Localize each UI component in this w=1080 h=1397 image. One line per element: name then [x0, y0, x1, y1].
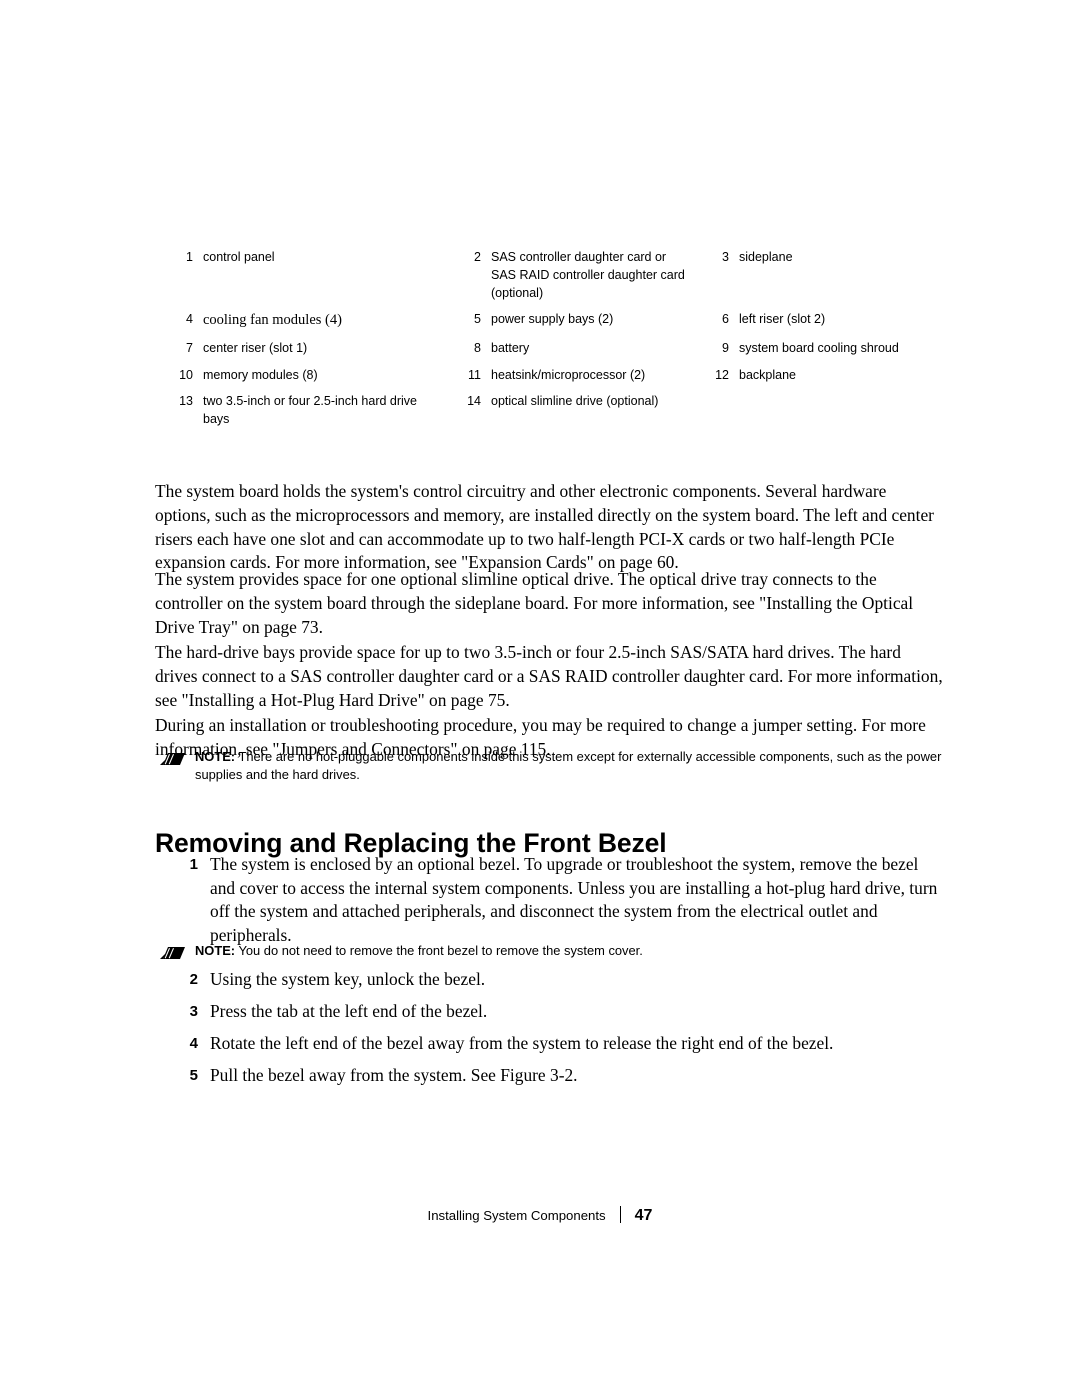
legend-number: 3 — [722, 250, 729, 264]
legend-row: 1 control panel 2 SAS controller daughte… — [155, 248, 945, 302]
legend-item: 11 heatsink/microprocessor (2) — [443, 366, 691, 384]
legend-label: cooling fan modules (4) — [203, 312, 342, 329]
legend-label: left riser (slot 2) — [739, 312, 826, 327]
legend-label: power supply bays (2) — [491, 312, 614, 327]
legend-label: memory modules (8) — [203, 367, 318, 382]
legend-label: optical slimline drive (optional) — [491, 393, 659, 408]
step-number: 1 — [189, 856, 198, 873]
legend-number: 2 — [474, 250, 481, 264]
step-item: 1 The system is enclosed by an optional … — [160, 853, 940, 947]
legend-number: 9 — [722, 341, 729, 356]
footer-page-number: 47 — [634, 1207, 653, 1224]
step-number: 4 — [189, 1035, 198, 1052]
legend-number: 13 — [179, 393, 193, 408]
legend-number: 11 — [468, 367, 481, 382]
page-footer: Installing System Components 47 — [0, 1203, 1080, 1225]
note-content: You do not need to remove the front beze… — [235, 943, 643, 958]
body-paragraph-hard-drive-bays: The hard-drive bays provide space for up… — [155, 642, 943, 710]
step-text: Press the tab at the left end of the bez… — [210, 1001, 488, 1021]
step-text: Using the system key, unlock the bezel. — [210, 969, 486, 989]
legend-label: sideplane — [739, 250, 793, 264]
body-paragraph-system-board: The system board holds the system's cont… — [155, 481, 934, 573]
legend-item: 10 memory modules (8) — [155, 366, 443, 384]
step-text: Rotate the left end of the bezel away fr… — [210, 1033, 834, 1053]
step-item: 3 Press the tab at the left end of the b… — [160, 1000, 940, 1024]
note-front-bezel: NOTE: You do not need to remove the fron… — [160, 942, 950, 961]
legend-row: 4 cooling fan modules (4) 5 power supply… — [155, 310, 945, 331]
legend-item: 8 battery — [443, 339, 691, 357]
step-number: 5 — [189, 1067, 198, 1084]
legend-row: 10 memory modules (8) 11 heatsink/microp… — [155, 366, 945, 384]
legend-item: 4 cooling fan modules (4) — [155, 310, 443, 331]
legend-item: 3 sideplane — [691, 248, 945, 266]
legend-item: 2 SAS controller daughter card or SAS RA… — [443, 248, 691, 302]
legend-number: 12 — [715, 367, 729, 382]
step-item: 2 Using the system key, unlock the bezel… — [160, 968, 940, 992]
legend-label: backplane — [739, 367, 796, 382]
legend-label: heatsink/microprocessor (2) — [491, 367, 646, 382]
step-number: 2 — [189, 971, 198, 988]
legend-label: system board cooling shroud — [739, 341, 899, 356]
note-label: NOTE: — [195, 943, 236, 958]
note-pencil-icon — [160, 751, 186, 767]
legend-number: 1 — [186, 250, 193, 264]
legend-number: 6 — [722, 312, 729, 327]
note-hot-pluggable: NOTE: There are no hot-pluggable compone… — [160, 748, 950, 784]
note-body: NOTE: There are no hot-pluggable compone… — [195, 748, 950, 784]
legend-label: battery — [491, 341, 530, 356]
legend-row: 7 center riser (slot 1) 8 battery 9 syst… — [155, 339, 945, 357]
legend-number: 10 — [179, 367, 193, 382]
legend-number: 4 — [186, 312, 193, 327]
legend-item: 7 center riser (slot 1) — [155, 339, 443, 357]
legend-item: 1 control panel — [155, 248, 443, 266]
legend-item: 9 system board cooling shroud — [691, 339, 945, 357]
legend-number: 7 — [186, 341, 193, 356]
legend-number: 14 — [467, 393, 481, 408]
note-label: NOTE: — [195, 749, 236, 764]
legend-item: 14 optical slimline drive (optional) — [443, 392, 691, 410]
legend-label: SAS controller daughter card or SAS RAID… — [491, 250, 685, 301]
step-text: The system is enclosed by an optional be… — [210, 854, 938, 945]
legend-number: 8 — [474, 341, 481, 356]
legend-item: 6 left riser (slot 2) — [691, 310, 945, 328]
step-item: 4 Rotate the left end of the bezel away … — [160, 1032, 940, 1056]
legend-row: 13 two 3.5-inch or four 2.5-inch hard dr… — [155, 392, 945, 428]
legend-number: 5 — [474, 312, 481, 327]
legend-label: two 3.5-inch or four 2.5-inch hard drive… — [203, 393, 417, 426]
note-pencil-icon — [160, 945, 186, 961]
legend-label: control panel — [203, 250, 275, 264]
step-text: Pull the bezel away from the system. See… — [210, 1065, 578, 1085]
footer-chapter-title: Installing System Components — [427, 1208, 606, 1223]
legend-item: 13 two 3.5-inch or four 2.5-inch hard dr… — [155, 392, 443, 428]
legend-label: center riser (slot 1) — [203, 341, 308, 356]
document-page: 1 control panel 2 SAS controller daughte… — [0, 0, 1080, 1397]
footer-divider — [619, 1206, 621, 1223]
step-item: 5 Pull the bezel away from the system. S… — [160, 1064, 940, 1088]
figure-legend-table: 1 control panel 2 SAS controller daughte… — [155, 248, 945, 436]
legend-item: 12 backplane — [691, 366, 945, 384]
step-number: 3 — [189, 1003, 198, 1020]
legend-item: 5 power supply bays (2) — [443, 310, 691, 328]
body-paragraph-optical-drive: The system provides space for one option… — [155, 569, 914, 637]
note-content: There are no hot-pluggable components in… — [195, 749, 942, 782]
note-body: NOTE: You do not need to remove the fron… — [195, 942, 643, 960]
